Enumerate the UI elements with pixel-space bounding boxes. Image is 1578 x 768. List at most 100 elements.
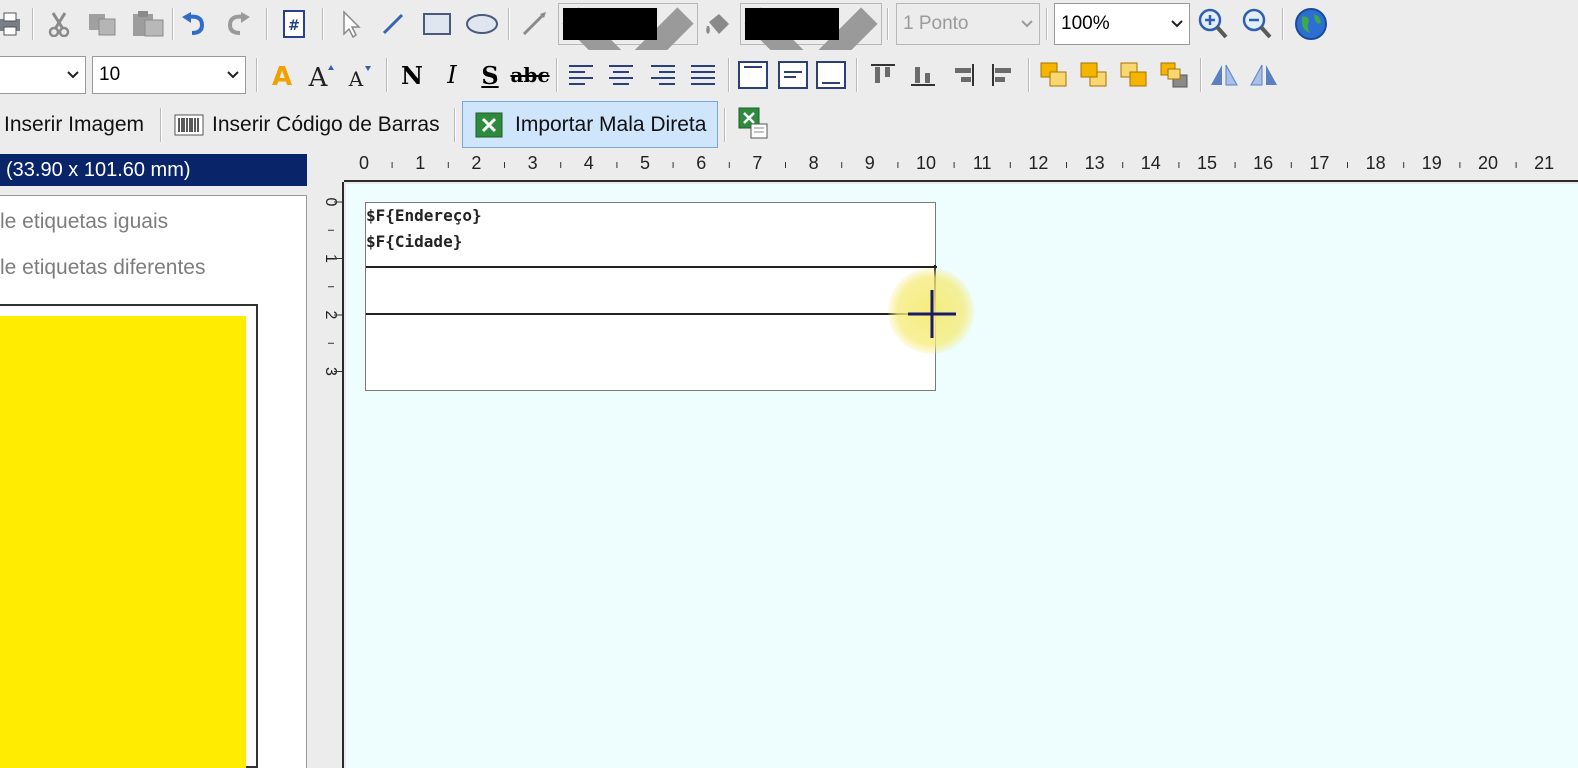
font-family-select[interactable] (0, 56, 86, 94)
vertical-ruler: 0123 (310, 182, 344, 768)
field-city[interactable]: $F{Cidade} (366, 232, 462, 251)
ruler-tick-label: 8 (809, 153, 819, 173)
insert-barcode-label: Inserir Código de Barras (212, 113, 440, 136)
fill-color-dropdown[interactable] (740, 3, 882, 91)
ruler-tick-label: 1 (415, 153, 425, 173)
send-backward-icon[interactable] (1156, 58, 1192, 92)
label-size-header: (33.90 x 101.60 mm) (0, 154, 307, 186)
insert-image-label: Inserir Imagem (4, 113, 145, 136)
rectangle-tool-icon[interactable] (420, 8, 454, 40)
toolbar-formatting: 10 A A A N I S abc (0, 50, 1578, 100)
drawn-line-top[interactable] (366, 266, 937, 268)
redo-icon[interactable] (222, 8, 254, 40)
separator (1200, 58, 1202, 92)
ruler-tick-label: 13 (1085, 153, 1105, 173)
horizontal-ruler: 0 1 2 3 4 5 6 7 8 9 10 11 12 13 14 15 16 17 18 19 20 21 (344, 150, 1578, 182)
zoom-select[interactable]: 100% (1054, 3, 1190, 45)
line-color-swatch (563, 8, 657, 40)
select-pointer-icon[interactable] (336, 8, 366, 40)
zoom-in-icon[interactable] (1196, 6, 1230, 42)
globe-icon[interactable] (1292, 5, 1330, 43)
separator (1282, 8, 1284, 40)
align-left-icon[interactable] (564, 58, 598, 92)
separator (887, 8, 889, 40)
svg-text:A: A (272, 62, 292, 89)
align-left-objects-icon[interactable] (986, 58, 1020, 92)
option-equal-labels[interactable]: le etiquetas iguais (0, 210, 168, 234)
sheet-preview-fill (0, 316, 246, 768)
ruler-tick-label: 4 (584, 153, 594, 173)
print-icon[interactable] (0, 8, 24, 40)
italic-button[interactable]: I (436, 58, 468, 92)
chevron-down-icon (67, 71, 79, 79)
align-right-icon[interactable] (646, 58, 680, 92)
line-width-value: 1 Ponto (903, 13, 969, 34)
chevron-down-icon (1021, 20, 1033, 28)
undo-icon[interactable] (178, 8, 210, 40)
zoom-out-icon[interactable] (1240, 6, 1274, 42)
excel-icon (475, 112, 503, 137)
ruler-tick-label: 0 (359, 153, 369, 173)
toolbar-drawing: # 1 Ponto 100% (0, 0, 1578, 91)
line-color-dropdown[interactable] (558, 3, 698, 90)
fill-color-icon[interactable] (700, 8, 736, 40)
flip-vertical-icon[interactable] (1246, 58, 1282, 92)
align-right-objects-icon[interactable] (946, 58, 980, 92)
line-color-icon[interactable] (518, 8, 552, 40)
flip-horizontal-icon[interactable] (1206, 58, 1242, 92)
bring-forward-icon[interactable] (1116, 58, 1152, 92)
separator (1046, 8, 1048, 40)
import-mail-merge-button[interactable]: Importar Mala Direta (462, 101, 718, 148)
ruler-tick-label: 6 (696, 153, 706, 173)
ruler-tick-label: 12 (1028, 153, 1048, 173)
chevron-down-icon (227, 71, 239, 79)
insert-barcode-button[interactable]: Inserir Código de Barras (170, 106, 444, 144)
export-excel-icon[interactable] (736, 104, 774, 144)
bring-to-front-icon[interactable] (1036, 58, 1072, 92)
label-design-area[interactable]: $F{Endereço} $F{Cidade} (365, 202, 937, 391)
zoom-value: 100% (1061, 13, 1110, 34)
ruler-tick-label: 14 (1141, 153, 1161, 173)
valign-middle-icon[interactable] (776, 58, 810, 92)
separator (322, 8, 324, 40)
svg-text:A: A (348, 67, 364, 89)
drawn-line-middle[interactable] (366, 313, 937, 315)
ruler-tick-label: 18 (1366, 153, 1386, 173)
align-justify-icon[interactable] (686, 58, 720, 92)
underline-button[interactable]: S (474, 58, 506, 92)
align-bottom-objects-icon[interactable] (906, 58, 940, 92)
ruler-tick-label: 20 (1478, 153, 1498, 173)
line-tool-icon[interactable] (378, 8, 408, 40)
ruler-tick-label: 3 (528, 153, 538, 173)
barcode-icon (174, 114, 204, 136)
valign-top-icon[interactable] (736, 58, 770, 92)
font-size-select[interactable]: 10 (92, 56, 246, 94)
bold-button[interactable]: N (396, 58, 428, 92)
ellipse-tool-icon[interactable] (462, 8, 502, 40)
decrease-font-icon[interactable]: A (344, 58, 376, 92)
font-size-value: 10 (99, 64, 121, 85)
fill-color-swatch (745, 8, 839, 40)
cut-icon[interactable] (44, 8, 74, 40)
paste-icon[interactable] (130, 8, 166, 40)
send-to-back-icon[interactable] (1076, 58, 1112, 92)
copy-icon[interactable] (86, 8, 120, 40)
ruler-tick-label: 7 (752, 153, 762, 173)
align-center-icon[interactable] (604, 58, 638, 92)
font-color-icon[interactable]: A (266, 58, 298, 92)
page-number-icon[interactable]: # (278, 8, 310, 40)
crosshair-cursor-icon (908, 290, 956, 338)
separator (728, 58, 730, 92)
valign-bottom-icon[interactable] (814, 58, 848, 92)
option-different-labels[interactable]: le etiquetas diferentes (0, 256, 205, 280)
ruler-tick-label: 9 (865, 153, 875, 173)
align-top-objects-icon[interactable] (866, 58, 900, 92)
ruler-tick-label: 2 (471, 153, 481, 173)
field-address[interactable]: $F{Endereço} (366, 206, 482, 225)
ruler-tick-label: 17 (1309, 153, 1329, 173)
line-width-select[interactable]: 1 Ponto (896, 3, 1040, 45)
strikethrough-button[interactable]: abc (510, 58, 550, 92)
insert-image-button[interactable]: Inserir Imagem (2, 106, 146, 144)
increase-font-icon[interactable]: A (304, 58, 340, 92)
ruler-tick-label: 5 (640, 153, 650, 173)
